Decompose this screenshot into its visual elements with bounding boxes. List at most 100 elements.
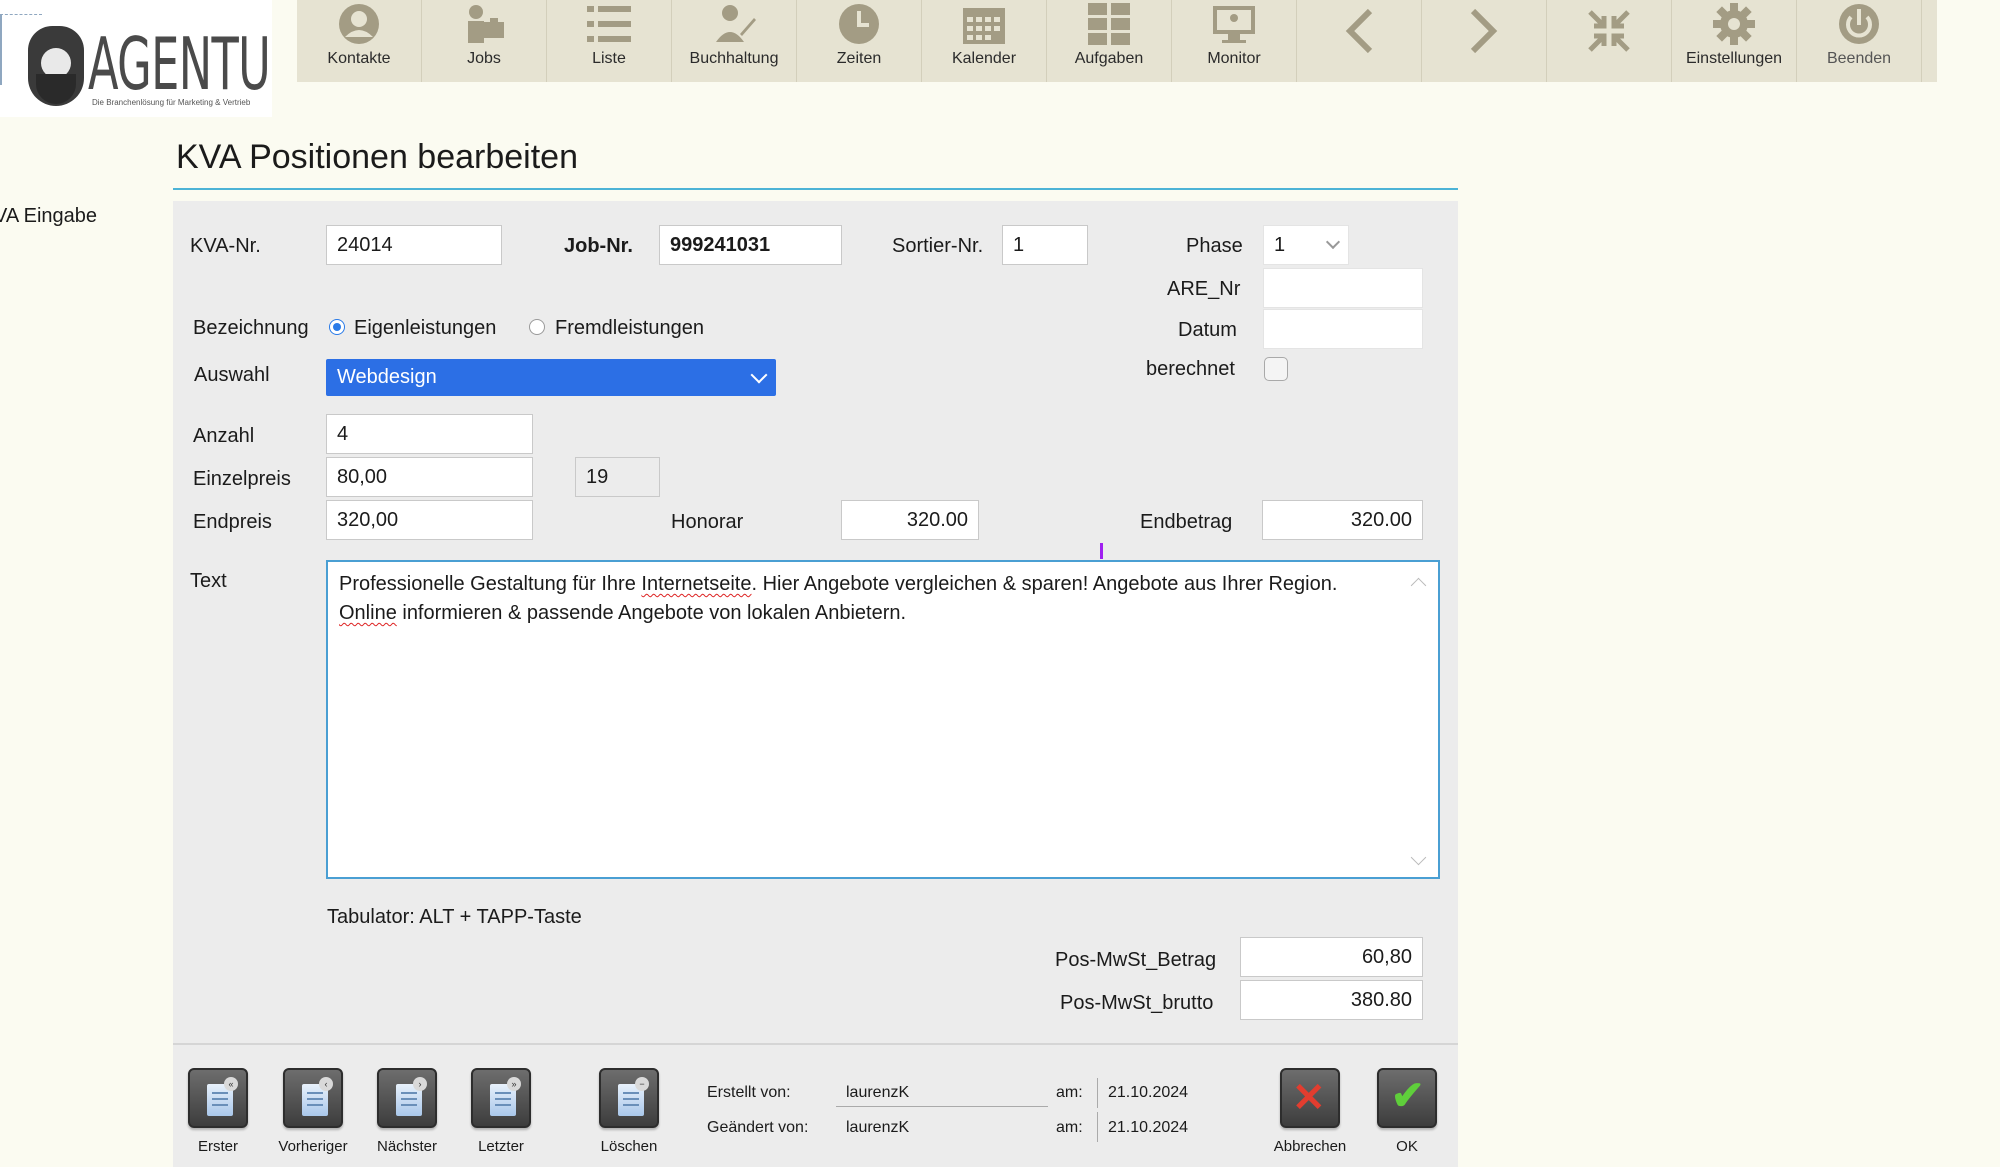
logo-tagline: Die Branchenlösung für Marketing & Vertr… — [92, 98, 251, 107]
text-segment: Professionelle Gestaltung für Ihre — [339, 573, 642, 595]
endpreis-label: Endpreis — [193, 511, 272, 533]
pos-mwst-brutto-field[interactable]: 380.80 — [1240, 980, 1423, 1020]
button-caption: Vorheriger — [278, 1138, 348, 1155]
ok-button[interactable]: ✔ OK — [1374, 1068, 1440, 1155]
changed-am-label: am: — [1056, 1119, 1083, 1136]
list-icon — [587, 0, 631, 48]
sortier-nr-field[interactable]: 1 — [1002, 225, 1088, 265]
changed-by-value: laurenzK — [846, 1119, 910, 1136]
scroll-down-icon[interactable] — [1410, 849, 1427, 866]
toolbar-jobs-button[interactable]: Jobs — [422, 0, 547, 82]
calendar-icon — [962, 0, 1006, 48]
radio-eigenleistungen-label[interactable]: Eigenleistungen — [354, 317, 496, 340]
forward-arrow-icon — [1469, 0, 1499, 62]
last-record-icon: » — [471, 1068, 531, 1128]
anzahl-label: Anzahl — [193, 425, 255, 447]
created-am-label: am: — [1056, 1084, 1083, 1101]
tab-hint: Tabulator: ALT + TAPP-Taste — [327, 906, 582, 928]
text-cursor-marker — [1100, 543, 1103, 559]
cancel-icon: ✕ — [1280, 1068, 1340, 1128]
monitor-icon — [1212, 0, 1256, 48]
toolbar-beenden-button[interactable]: Beenden — [1797, 0, 1922, 82]
toolbar-back-button[interactable] — [1297, 0, 1422, 82]
cancel-button[interactable]: ✕ Abbrechen — [1274, 1068, 1346, 1155]
toolbar-label: Aufgaben — [1074, 50, 1144, 67]
delete-record-icon: − — [599, 1068, 659, 1128]
toolbar-monitor-button[interactable]: Monitor — [1172, 0, 1297, 82]
app-logo: AGENTUR Die Branchenlösung für Marketing… — [0, 0, 272, 117]
badge: › — [413, 1077, 427, 1091]
toolbar-label: Monitor — [1207, 50, 1261, 67]
toolbar-zeiten-button[interactable]: Zeiten — [797, 0, 922, 82]
misspelled-word: Internetseite — [641, 573, 752, 595]
created-by-label: Erstellt von: — [707, 1084, 791, 1101]
phase-select[interactable]: 1 — [1263, 225, 1349, 265]
phase-value: 1 — [1274, 233, 1286, 256]
chevron-down-icon — [1325, 234, 1341, 250]
sortier-nr-label: Sortier-Nr. — [892, 235, 984, 257]
toolbar-kontakte-button[interactable]: Kontakte — [297, 0, 422, 82]
description-textarea[interactable]: Professionelle Gestaltung für Ihre Inter… — [326, 560, 1440, 879]
datum-field[interactable] — [1263, 309, 1423, 349]
button-caption: OK — [1396, 1138, 1418, 1155]
berechnet-label: berechnet — [1146, 358, 1235, 380]
berechnet-checkbox[interactable] — [1264, 357, 1288, 381]
next-record-icon: › — [377, 1068, 437, 1128]
toolbar-kalender-button[interactable]: Kalender — [922, 0, 1047, 82]
field-separator — [1097, 1112, 1098, 1142]
pos-mwst-brutto-label: Pos-MwSt_brutto — [1060, 992, 1214, 1014]
kva-nr-field[interactable]: 24014 — [326, 225, 502, 265]
kva-nr-label: KVA-Nr. — [190, 235, 261, 257]
toolbar-collapse-button[interactable] — [1547, 0, 1672, 82]
button-caption: Nächster — [376, 1138, 438, 1155]
radio-fremdleistungen-label[interactable]: Fremdleistungen — [555, 317, 704, 340]
pos-mwst-betrag-field[interactable]: 60,80 — [1240, 937, 1423, 977]
power-icon — [1838, 0, 1880, 48]
radio-eigenleistungen[interactable] — [329, 319, 345, 335]
radio-fremdleistungen[interactable] — [529, 319, 545, 335]
next-record-button[interactable]: › Nächster — [374, 1068, 440, 1155]
delete-button[interactable]: − Löschen — [596, 1068, 662, 1155]
previous-record-button[interactable]: ‹ Vorheriger — [278, 1068, 348, 1155]
einzelpreis-field[interactable]: 80,00 — [326, 457, 533, 497]
endbetrag-field[interactable]: 320.00 — [1262, 500, 1423, 540]
auswahl-value: Webdesign — [337, 366, 437, 388]
are-nr-field[interactable] — [1263, 268, 1423, 308]
first-record-icon: « — [188, 1068, 248, 1128]
badge: ‹ — [319, 1077, 333, 1091]
toolbar-aufgaben-button[interactable]: Aufgaben — [1047, 0, 1172, 82]
last-record-button[interactable]: » Letzter — [468, 1068, 534, 1155]
endpreis-field[interactable]: 320,00 — [326, 500, 533, 540]
badge: » — [507, 1077, 521, 1091]
button-caption: Letzter — [478, 1138, 524, 1155]
toolbar-label: Beenden — [1826, 50, 1892, 67]
phase-label: Phase — [1186, 235, 1243, 257]
toolbar-forward-button[interactable] — [1422, 0, 1547, 82]
toolbar-buchhaltung-button[interactable]: Buchhaltung — [672, 0, 797, 82]
ok-check-icon: ✔ — [1377, 1068, 1437, 1128]
toolbar-liste-button[interactable]: Liste — [547, 0, 672, 82]
badge: « — [224, 1077, 238, 1091]
scroll-up-icon[interactable] — [1410, 577, 1427, 594]
toolbar-label: Zeiten — [836, 50, 882, 67]
person-icon — [338, 0, 380, 48]
field-separator — [1097, 1078, 1098, 1108]
misspelled-word: Online — [339, 602, 397, 624]
toolbar-einstellungen-button[interactable]: Einstellungen — [1672, 0, 1797, 82]
sidebar-item-kva-eingabe[interactable]: VA Eingabe — [0, 205, 97, 228]
first-record-button[interactable]: « Erster — [185, 1068, 251, 1155]
job-nr-field[interactable]: 999241031 — [659, 225, 842, 265]
button-caption: Erster — [197, 1138, 238, 1155]
toolbar-label: Jobs — [467, 50, 501, 67]
endbetrag-label: Endbetrag — [1140, 511, 1233, 533]
text-segment: informieren & passende Angebote von loka… — [396, 602, 907, 624]
anzahl-field[interactable]: 4 — [326, 414, 533, 454]
honorar-field[interactable]: 320.00 — [841, 500, 979, 540]
auswahl-dropdown[interactable]: Webdesign — [326, 359, 776, 396]
honorar-label: Honorar — [671, 511, 744, 533]
toolbar-label: Liste — [592, 50, 626, 67]
toolbar-label: Kalender — [951, 50, 1017, 67]
button-caption: Abbrechen — [1273, 1138, 1347, 1155]
field-underline — [836, 1106, 1048, 1107]
pos-mwst-betrag-label: Pos-MwSt_Betrag — [1055, 949, 1217, 971]
